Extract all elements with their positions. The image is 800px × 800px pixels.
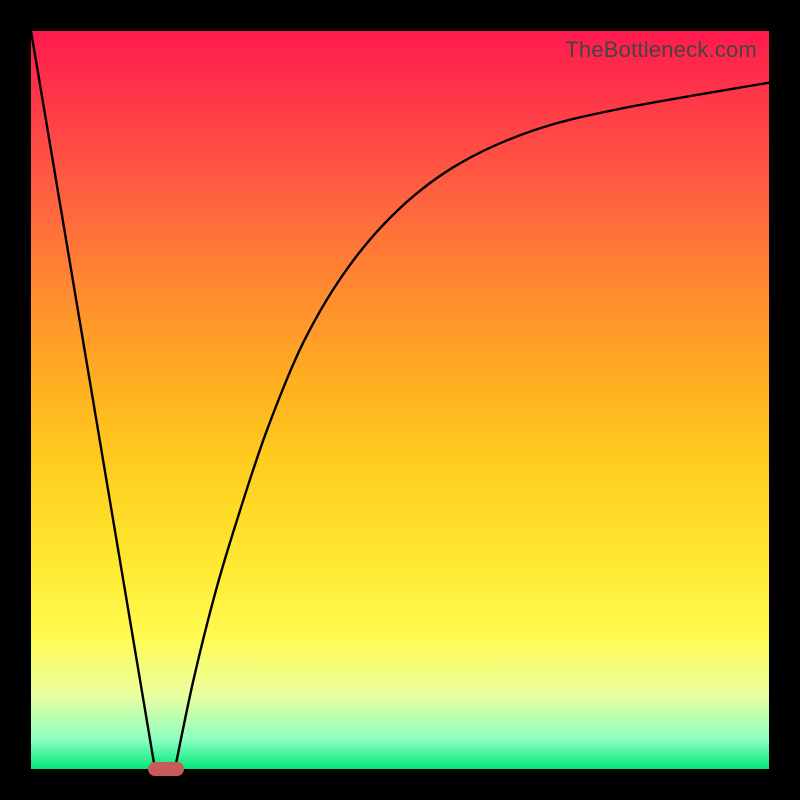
chart-frame: TheBottleneck.com — [0, 0, 800, 800]
chart-lines — [31, 31, 769, 769]
left-line-path — [31, 31, 155, 769]
right-curve-path — [175, 83, 769, 769]
plot-area: TheBottleneck.com — [31, 31, 769, 769]
bottleneck-marker — [148, 762, 185, 776]
